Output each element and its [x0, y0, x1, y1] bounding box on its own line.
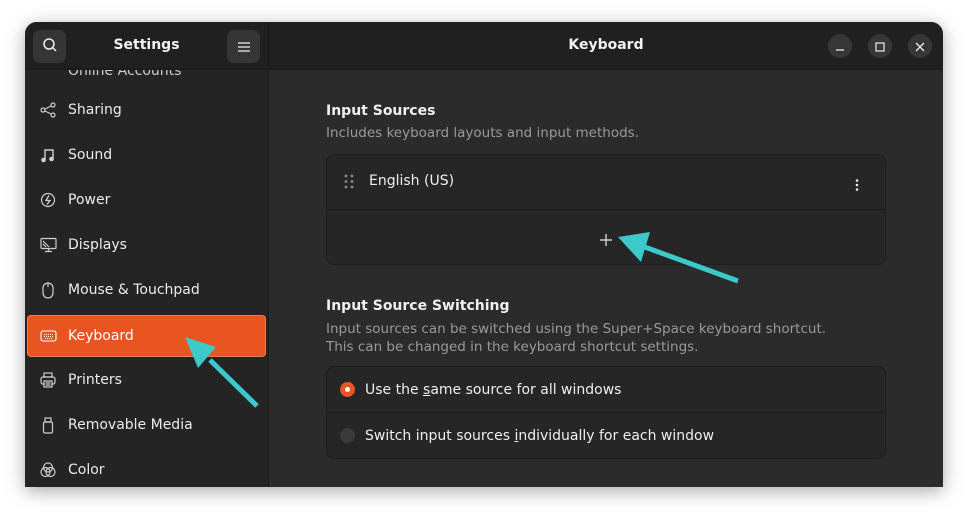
- sidebar-item-label: Sound: [68, 147, 113, 163]
- option-label: Use the same source for all windows: [365, 382, 622, 398]
- radio-individual-source[interactable]: [340, 428, 355, 443]
- main-menu-button[interactable]: [227, 30, 260, 63]
- hamburger-menu-icon: [237, 37, 250, 56]
- close-button[interactable]: [908, 34, 932, 58]
- sidebar-item-keyboard[interactable]: Keyboard: [27, 315, 266, 357]
- sidebar-item-printers[interactable]: Printers: [27, 359, 266, 401]
- add-input-source-button[interactable]: [327, 210, 885, 264]
- sidebar-header: Settings: [25, 22, 268, 70]
- sidebar-item-mouse-touchpad[interactable]: Mouse & Touchpad: [27, 269, 266, 311]
- sidebar-item-label: Displays: [68, 237, 127, 253]
- keyboard-panel: Input Sources Includes keyboard layouts …: [269, 70, 943, 487]
- sidebar: Online Accounts Sharing Sound Power Disp…: [25, 22, 269, 487]
- maximize-button[interactable]: [868, 34, 892, 58]
- sidebar-item-label: Printers: [68, 372, 122, 388]
- keyboard-icon: [39, 327, 57, 345]
- settings-window: Online Accounts Sharing Sound Power Disp…: [25, 22, 943, 487]
- sidebar-item-sharing[interactable]: Sharing: [27, 89, 266, 131]
- input-sources-list: English (US): [326, 154, 886, 265]
- sidebar-item-label: Color: [68, 462, 105, 478]
- plus-icon: [600, 231, 612, 250]
- sidebar-item-sound[interactable]: Sound: [27, 134, 266, 176]
- sidebar-item-label: Removable Media: [68, 417, 193, 433]
- input-sources-title: Input Sources: [326, 103, 436, 119]
- sidebar-item-label: Keyboard: [68, 328, 134, 344]
- usb-drive-icon: [39, 416, 57, 434]
- switching-subtitle-line-1: Input sources can be switched using the …: [326, 321, 827, 337]
- close-icon: [915, 37, 925, 56]
- maximize-icon: [875, 37, 885, 56]
- header-bar: Keyboard: [269, 22, 943, 70]
- power-icon: [39, 191, 57, 209]
- input-sources-subtitle: Includes keyboard layouts and input meth…: [326, 125, 639, 141]
- switching-subtitle-line-2: This can be changed in the keyboard shor…: [326, 339, 699, 355]
- mouse-icon: [39, 281, 57, 299]
- sidebar-item-label: Mouse & Touchpad: [68, 282, 200, 298]
- display-icon: [39, 236, 57, 254]
- music-note-icon: [39, 146, 57, 164]
- sidebar-item-color[interactable]: Color: [27, 449, 266, 487]
- option-individual-source[interactable]: Switch input sources individually for ea…: [327, 413, 885, 458]
- share-icon: [39, 101, 57, 119]
- input-source-label: English (US): [369, 173, 455, 189]
- minimize-button[interactable]: [828, 34, 852, 58]
- more-options-icon[interactable]: [855, 176, 859, 195]
- minimize-icon: [835, 37, 845, 56]
- sidebar-item-label: Sharing: [68, 102, 122, 118]
- sidebar-item-label: Power: [68, 192, 111, 208]
- option-same-source[interactable]: Use the same source for all windows: [327, 367, 885, 413]
- option-label: Switch input sources individually for ea…: [365, 428, 715, 444]
- sidebar-item-displays[interactable]: Displays: [27, 224, 266, 266]
- input-source-row[interactable]: English (US): [327, 155, 885, 210]
- sidebar-item-removable-media[interactable]: Removable Media: [27, 404, 266, 446]
- switching-options: Use the same source for all windows Swit…: [326, 366, 886, 459]
- sidebar-item-power[interactable]: Power: [27, 179, 266, 221]
- color-icon: [39, 461, 57, 479]
- printer-icon: [39, 371, 57, 389]
- input-source-switching-title: Input Source Switching: [326, 298, 510, 314]
- radio-same-source[interactable]: [340, 382, 355, 397]
- drag-handle-icon[interactable]: [344, 174, 354, 193]
